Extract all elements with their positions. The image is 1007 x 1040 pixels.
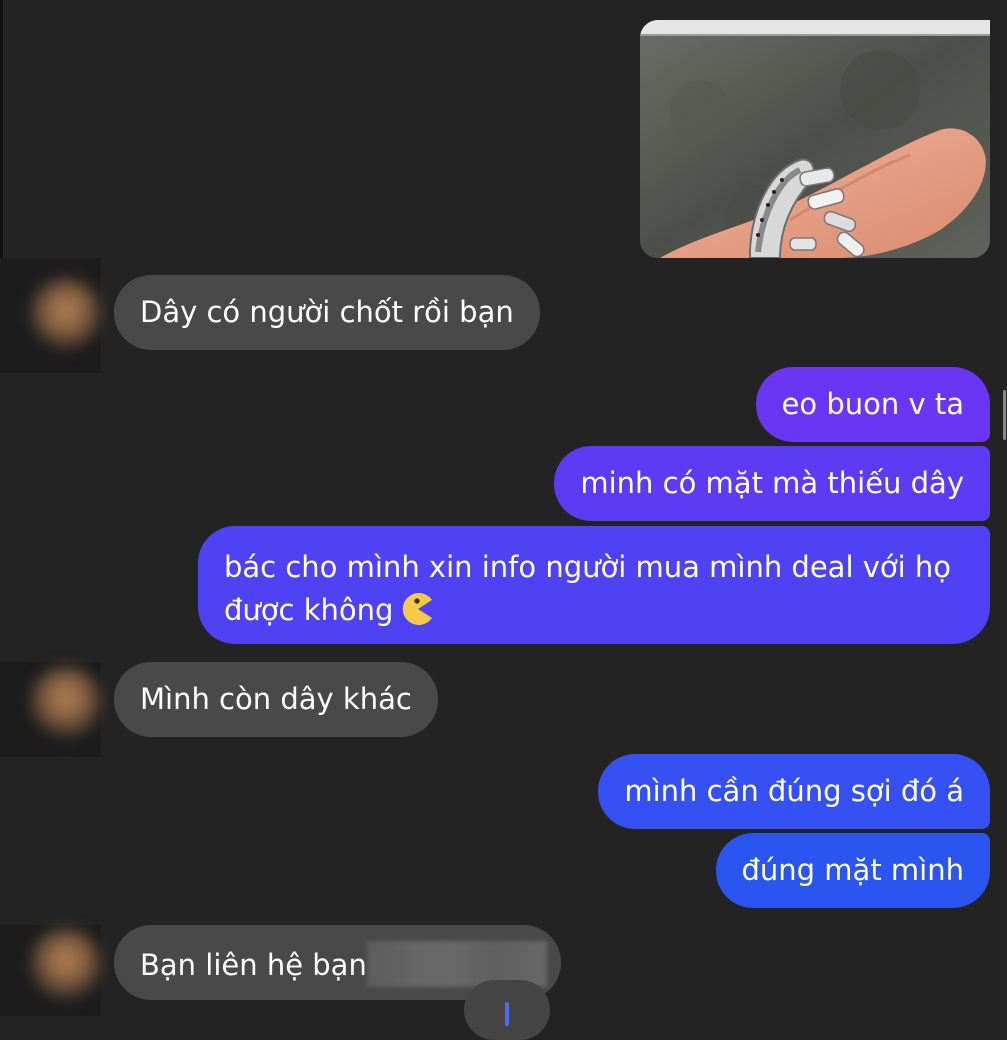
outgoing-message[interactable]: minh có mặt mà thiếu dây	[554, 446, 990, 521]
contact-avatar[interactable]	[30, 666, 102, 738]
message-text: được không	[224, 593, 394, 627]
shared-photo[interactable]	[640, 20, 990, 258]
message-text: Bạn liên hệ bạn	[140, 948, 367, 982]
message-text: đúng mặt mình	[741, 853, 964, 887]
message-text: eo buon v ta	[781, 387, 964, 421]
scroll-to-bottom-button[interactable]	[464, 980, 550, 1040]
photo-top-strip	[640, 20, 990, 36]
contact-avatar[interactable]	[30, 278, 102, 350]
message-text: mình cần đúng sợi đó á	[624, 774, 964, 808]
message-text: minh có mặt mà thiếu dây	[580, 466, 964, 500]
message-text-line-2: được không	[224, 589, 964, 632]
photo-image	[640, 20, 990, 258]
outgoing-message[interactable]: eo buon v ta	[755, 367, 990, 442]
message-text-line: bác cho mình xin info người mua mình dea…	[224, 550, 952, 584]
message-text: Mình còn dây khác	[140, 682, 412, 716]
contact-avatar[interactable]	[30, 928, 102, 1000]
incoming-message[interactable]: Mình còn dây khác	[114, 662, 438, 737]
incoming-message[interactable]: Dây có người chốt rồi bạn	[114, 275, 540, 350]
outgoing-message[interactable]: bác cho mình xin info người mua mình dea…	[198, 526, 990, 644]
message-text: Dây có người chốt rồi bạn	[140, 295, 514, 329]
outgoing-message[interactable]: đúng mặt mình	[715, 833, 990, 908]
arrow-down-icon	[505, 1002, 509, 1026]
outgoing-message[interactable]: mình cần đúng sợi đó á	[598, 754, 990, 829]
pacman-emoji-icon	[403, 593, 433, 625]
window-edge	[0, 0, 3, 258]
scrollbar-thumb[interactable]	[1003, 390, 1006, 440]
